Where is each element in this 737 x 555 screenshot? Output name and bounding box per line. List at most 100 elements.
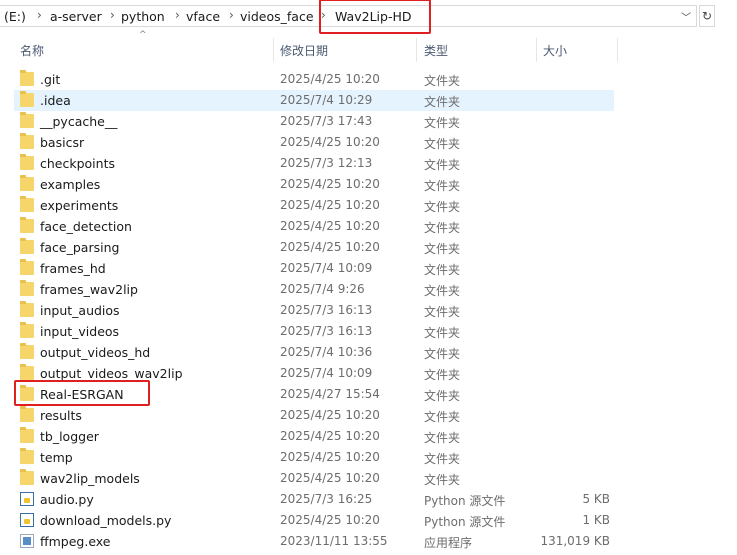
file-date: 2025/4/25 10:20 bbox=[280, 198, 380, 212]
file-row[interactable]: basicsr 2025/4/25 10:20 文件夹 bbox=[14, 132, 614, 153]
file-type: 文件夹 bbox=[424, 473, 461, 487]
file-row[interactable]: wav2lip_models 2025/4/25 10:20 文件夹 bbox=[14, 468, 614, 489]
file-date: 2025/4/25 10:20 bbox=[280, 471, 380, 485]
file-row[interactable]: .idea 2025/7/4 10:29 文件夹 bbox=[14, 90, 614, 111]
file-date: 2025/7/3 17:43 bbox=[280, 114, 373, 128]
file-date: 2025/7/3 16:25 bbox=[280, 492, 373, 506]
file-row[interactable]: input_audios 2025/7/3 16:13 文件夹 bbox=[14, 300, 614, 321]
file-name: download_models.py bbox=[40, 513, 172, 528]
file-row[interactable]: output_videos_hd 2025/7/4 10:36 文件夹 bbox=[14, 342, 614, 363]
refresh-icon[interactable]: ↻ bbox=[699, 5, 715, 27]
file-date: 2025/4/25 10:20 bbox=[280, 450, 380, 464]
folder-icon bbox=[20, 112, 34, 128]
column-size[interactable]: 大小 bbox=[543, 42, 567, 59]
column-header bbox=[0, 34, 737, 64]
folder-icon bbox=[20, 448, 34, 464]
file-row[interactable]: ffmpeg.exe 2023/11/11 13:55 应用程序 131,019 KB bbox=[14, 531, 614, 552]
file-date: 2025/7/3 16:13 bbox=[280, 303, 373, 317]
folder-icon bbox=[20, 280, 34, 296]
file-row[interactable]: .git 2025/4/25 10:20 文件夹 bbox=[14, 69, 614, 90]
folder-icon bbox=[20, 406, 34, 422]
file-name: frames_hd bbox=[40, 261, 106, 276]
application-icon bbox=[20, 534, 34, 548]
breadcrumb-drive[interactable]: (E:) bbox=[4, 9, 26, 24]
file-date: 2025/7/3 12:13 bbox=[280, 156, 373, 170]
file-name: input_videos bbox=[40, 324, 120, 339]
file-name: audio.py bbox=[40, 492, 94, 507]
file-name: temp bbox=[40, 450, 73, 465]
file-type: 文件夹 bbox=[424, 263, 461, 277]
file-name: wav2lip_models bbox=[40, 471, 140, 486]
column-divider[interactable] bbox=[617, 38, 618, 62]
file-date: 2025/4/25 10:20 bbox=[280, 408, 380, 422]
file-type: 文件夹 bbox=[424, 200, 461, 214]
file-date: 2025/4/27 15:54 bbox=[280, 387, 380, 401]
file-row[interactable]: input_videos 2025/7/3 16:13 文件夹 bbox=[14, 321, 614, 342]
file-name: output_videos_wav2lip bbox=[40, 366, 183, 381]
file-row[interactable]: frames_wav2lip 2025/7/4 9:26 文件夹 bbox=[14, 279, 614, 300]
sort-ascending-icon: ^ bbox=[139, 30, 147, 40]
breadcrumb-vface[interactable]: vface bbox=[186, 9, 220, 24]
chevron-down-icon[interactable]: ﹀ bbox=[681, 9, 691, 24]
folder-icon bbox=[20, 217, 34, 233]
file-type: 文件夹 bbox=[424, 179, 461, 193]
column-name[interactable]: 名称 bbox=[20, 42, 44, 59]
folder-icon bbox=[20, 427, 34, 443]
breadcrumb-a-server[interactable]: a-server bbox=[50, 9, 102, 24]
column-type[interactable]: 类型 bbox=[424, 42, 448, 59]
file-date: 2025/7/4 10:29 bbox=[280, 93, 373, 107]
file-date: 2025/7/4 10:09 bbox=[280, 261, 373, 275]
python-file-icon bbox=[20, 513, 34, 527]
file-type: 文件夹 bbox=[424, 284, 461, 298]
file-row[interactable]: __pycache__ 2025/7/3 17:43 文件夹 bbox=[14, 111, 614, 132]
file-row[interactable]: results 2025/4/25 10:20 文件夹 bbox=[14, 405, 614, 426]
folder-icon bbox=[20, 322, 34, 338]
file-name: output_videos_hd bbox=[40, 345, 151, 360]
file-type: 文件夹 bbox=[424, 410, 461, 424]
folder-icon bbox=[20, 343, 34, 359]
file-row[interactable]: download_models.py 2025/4/25 10:20 Python … bbox=[14, 510, 614, 531]
breadcrumb-python[interactable]: python bbox=[121, 9, 165, 24]
file-row[interactable]: audio.py 2025/7/3 16:25 Python 源文件 5 KB bbox=[14, 489, 614, 510]
column-divider[interactable] bbox=[273, 38, 274, 62]
file-type: 文件夹 bbox=[424, 158, 461, 172]
file-name: .idea bbox=[40, 93, 71, 108]
python-file-icon bbox=[20, 492, 34, 506]
file-date: 2025/4/25 10:20 bbox=[280, 429, 380, 443]
file-name: examples bbox=[40, 177, 101, 192]
breadcrumb-separator-icon[interactable]: › bbox=[37, 8, 42, 22]
file-type: 文件夹 bbox=[424, 242, 461, 256]
file-type: Python 源文件 bbox=[424, 515, 506, 529]
file-row[interactable]: tb_logger 2025/4/25 10:20 文件夹 bbox=[14, 426, 614, 447]
file-row[interactable]: temp 2025/4/25 10:20 文件夹 bbox=[14, 447, 614, 468]
file-row[interactable]: checkpoints 2025/7/3 12:13 文件夹 bbox=[14, 153, 614, 174]
file-name: face_parsing bbox=[40, 240, 120, 255]
annotation-highlight-box bbox=[319, 0, 431, 34]
file-size: 5 KB bbox=[582, 492, 610, 506]
file-date: 2025/7/4 9:26 bbox=[280, 282, 365, 296]
file-date: 2025/4/25 10:20 bbox=[280, 177, 380, 191]
folder-icon bbox=[20, 469, 34, 485]
file-date: 2025/7/3 16:13 bbox=[280, 324, 373, 338]
file-type: 文件夹 bbox=[424, 368, 461, 382]
folder-icon bbox=[20, 259, 34, 275]
file-type: 文件夹 bbox=[424, 431, 461, 445]
file-row[interactable]: frames_hd 2025/7/4 10:09 文件夹 bbox=[14, 258, 614, 279]
column-divider[interactable] bbox=[536, 38, 537, 62]
column-divider[interactable] bbox=[416, 38, 417, 62]
breadcrumb-separator-icon[interactable]: › bbox=[229, 8, 234, 22]
breadcrumb-videos-face[interactable]: videos_face bbox=[240, 9, 314, 24]
breadcrumb-separator-icon[interactable]: › bbox=[175, 8, 180, 22]
file-name: face_detection bbox=[40, 219, 132, 234]
file-row[interactable]: face_parsing 2025/4/25 10:20 文件夹 bbox=[14, 237, 614, 258]
file-row[interactable]: face_detection 2025/4/25 10:20 文件夹 bbox=[14, 216, 614, 237]
breadcrumb-separator-icon[interactable]: › bbox=[110, 8, 115, 22]
file-row[interactable]: experiments 2025/4/25 10:20 文件夹 bbox=[14, 195, 614, 216]
file-date: 2023/11/11 13:55 bbox=[280, 534, 388, 548]
column-date[interactable]: 修改日期 bbox=[280, 42, 328, 59]
file-type: 文件夹 bbox=[424, 137, 461, 151]
folder-icon bbox=[20, 364, 34, 380]
address-bar[interactable]: (E:) › a-server › python › vface › video… bbox=[0, 0, 737, 34]
file-row[interactable]: examples 2025/4/25 10:20 文件夹 bbox=[14, 174, 614, 195]
file-name: experiments bbox=[40, 198, 119, 213]
